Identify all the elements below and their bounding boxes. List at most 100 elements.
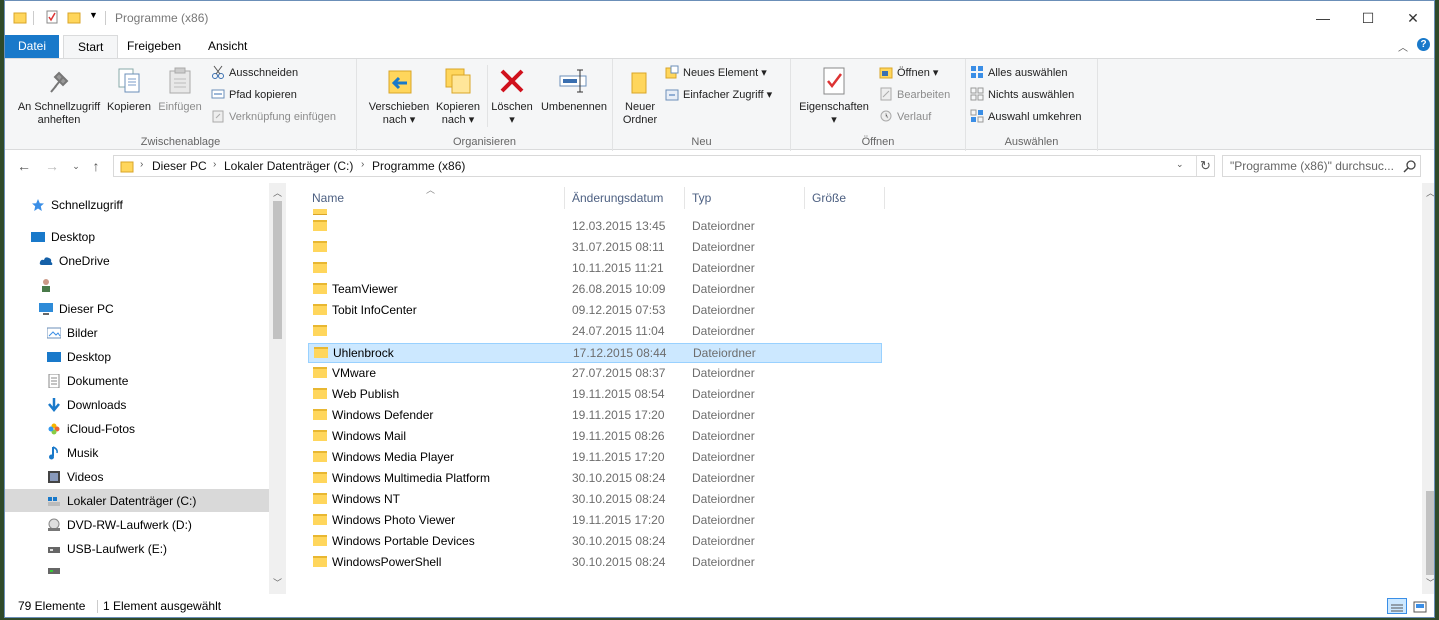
nav-item-music[interactable]: Musik <box>47 442 98 464</box>
easy-access-button[interactable]: Einfacher Zugriff ▾ <box>665 86 772 104</box>
new-folder-qat-icon[interactable] <box>67 10 81 24</box>
details-view-button[interactable] <box>1387 598 1407 614</box>
table-row[interactable]: Windows NT 30.10.2015 08:24 Dateiordner <box>308 490 882 510</box>
breadcrumb-drive-c[interactable]: Lokaler Datenträger (C:) <box>224 159 353 173</box>
large-icons-view-button[interactable] <box>1411 598 1429 614</box>
table-row[interactable]: Windows Media Player 19.11.2015 17:20 Date… <box>308 448 882 468</box>
table-row[interactable]: Windows Photo Viewer 19.11.2015 17:20 Date… <box>308 511 882 531</box>
customize-qat-icon[interactable]: ▼ <box>89 10 99 24</box>
forward-button[interactable]: → <box>43 157 61 175</box>
table-row[interactable]: Tobit InfoCenter 09.12.2015 07:53 Dateiord… <box>308 301 882 321</box>
table-row[interactable]: Windows Multimedia Platform 30.10.2015 08… <box>308 469 882 489</box>
table-row[interactable]: Web Publish 19.11.2015 08:54 Dateiordner <box>308 385 882 405</box>
nav-item-this-pc[interactable]: Dieser PC <box>39 298 114 320</box>
nav-item-downloads[interactable]: Downloads <box>47 394 126 416</box>
window-title: Programme (x86) <box>115 11 209 25</box>
tab-file[interactable]: Datei <box>5 35 59 59</box>
nav-item-desktop-2[interactable]: Desktop <box>47 346 111 368</box>
open-button[interactable]: Öffnen ▾ <box>879 64 938 82</box>
nav-item-drive-c[interactable]: Lokaler Datenträger (C:) <box>47 490 196 512</box>
file-date: 30.10.2015 08:24 <box>572 471 666 485</box>
file-date: 30.10.2015 08:24 <box>572 534 666 548</box>
properties-button[interactable]: Eigenschaften ▾ <box>795 65 873 127</box>
column-header-type[interactable]: Typ <box>692 187 711 209</box>
help-icon[interactable]: ? <box>1417 38 1430 51</box>
nav-item-videos[interactable]: Videos <box>47 466 103 488</box>
scroll-up-icon[interactable]: ︿ <box>273 186 282 199</box>
up-button[interactable]: ↑ <box>87 157 105 175</box>
move-to-button[interactable]: Verschieben nach ▾ <box>361 65 437 127</box>
table-row[interactable]: TeamViewer 26.08.2015 10:09 Dateiordner <box>308 280 882 300</box>
history-button[interactable]: Verlauf <box>879 108 931 126</box>
column-header-size[interactable]: Größe <box>812 187 846 209</box>
nav-scrollbar[interactable]: ︿ ﹀ <box>269 183 286 594</box>
table-row[interactable]: 31.07.2015 08:11 Dateiordner <box>308 238 882 258</box>
file-name: WindowsPowerShell <box>332 555 442 569</box>
scroll-down-icon[interactable]: ﹀ <box>273 576 282 589</box>
file-list-scrollbar[interactable]: ︿ ﹀ <box>1422 183 1434 594</box>
tab-view[interactable]: Ansicht <box>194 35 261 59</box>
nav-item-icloud-photos[interactable]: iCloud-Fotos <box>47 418 135 440</box>
collapse-ribbon-icon[interactable]: ︿ <box>1398 39 1408 54</box>
table-row[interactable]: Windows Defender 19.11.2015 17:20 Dateiord… <box>308 406 882 426</box>
nav-item-usb-drive[interactable]: USB-Laufwerk (E:) <box>47 538 167 560</box>
breadcrumb-this-pc[interactable]: Dieser PC <box>152 159 207 173</box>
nav-item-desktop[interactable]: Desktop <box>31 226 95 248</box>
new-folder-button[interactable]: Neuer Ordner <box>617 65 663 127</box>
breadcrumb-program-files[interactable]: Programme (x86) <box>372 159 465 173</box>
nav-item-pictures[interactable]: Bilder <box>46 322 98 344</box>
nav-item-quick-access[interactable]: Schnellzugriff <box>31 194 123 216</box>
table-row[interactable]: 10.11.2015 11:21 Dateiordner <box>308 259 882 279</box>
file-type: Dateiordner <box>692 429 755 443</box>
cut-button[interactable]: Ausschneiden <box>211 64 298 82</box>
file-date: 09.12.2015 07:53 <box>572 303 666 317</box>
nav-item-documents[interactable]: Dokumente <box>47 370 128 392</box>
table-row[interactable]: WindowsPowerShell 30.10.2015 08:24 Dateior… <box>308 553 882 573</box>
tab-start[interactable]: Start <box>63 35 119 59</box>
address-dropdown-icon[interactable]: ⌄ <box>1176 159 1184 170</box>
edit-button[interactable]: Bearbeiten <box>879 86 950 104</box>
file-name: Windows Photo Viewer <box>332 513 456 527</box>
minimize-button[interactable]: — <box>1313 9 1333 27</box>
properties-qat-icon[interactable] <box>45 10 59 24</box>
copy-button[interactable]: Kopieren <box>103 65 155 114</box>
file-name: Tobit InfoCenter <box>332 303 417 317</box>
refresh-icon[interactable]: ↻ <box>1200 158 1211 174</box>
recent-locations-chevron-icon[interactable]: ⌄ <box>67 157 85 175</box>
tab-share[interactable]: Freigeben <box>113 35 195 59</box>
select-all-button[interactable]: Alles auswählen <box>970 64 1068 82</box>
table-row[interactable]: Windows Mail 19.11.2015 08:26 Dateiordner <box>308 427 882 447</box>
column-header-date[interactable]: Änderungsdatum <box>572 187 663 209</box>
nav-item-onedrive[interactable]: OneDrive <box>39 250 110 272</box>
scroll-down-icon[interactable]: ﹀ <box>1426 576 1434 589</box>
search-input[interactable]: "Programme (x86)" durchsuc... <box>1222 155 1421 177</box>
pin-quick-access-button[interactable]: An Schnellzugriff anheften <box>9 65 109 127</box>
address-box[interactable]: › Dieser PC › Lokaler Datenträger (C:) ›… <box>113 155 1215 177</box>
nav-item-dvd-drive[interactable]: DVD-RW-Laufwerk (D:) <box>47 514 192 536</box>
paste-icon <box>164 65 196 97</box>
delete-button[interactable]: Löschen ▾ <box>489 65 535 127</box>
close-button[interactable]: ✕ <box>1403 9 1423 27</box>
paste-shortcut-button[interactable]: Verknüpfung einfügen <box>211 108 336 126</box>
file-list-scroll-thumb[interactable] <box>1426 491 1434 575</box>
table-row[interactable]: 24.07.2015 11:04 Dateiordner <box>308 322 882 342</box>
copy-to-button[interactable]: Kopieren nach ▾ <box>429 65 487 127</box>
nav-item-user[interactable] <box>39 274 59 296</box>
maximize-button[interactable]: ☐ <box>1358 9 1378 27</box>
copy-path-button[interactable]: Pfad kopieren <box>211 86 297 104</box>
paste-button[interactable]: Einfügen <box>155 65 205 114</box>
table-row[interactable]: Uhlenbrock 17.12.2015 08:44 Dateiordner <box>308 343 882 363</box>
table-row[interactable]: 12.03.2015 13:45 Dateiordner <box>308 217 882 237</box>
invert-selection-button[interactable]: Auswahl umkehren <box>970 108 1082 126</box>
nav-scroll-thumb[interactable] <box>273 201 282 339</box>
table-row[interactable]: VMware 27.07.2015 08:37 Dateiordner <box>308 364 882 384</box>
table-row[interactable]: Windows Portable Devices 30.10.2015 08:24… <box>308 532 882 552</box>
column-header-name[interactable]: Name <box>312 187 344 209</box>
new-item-button[interactable]: Neues Element ▾ <box>665 64 767 82</box>
select-none-button[interactable]: Nichts auswählen <box>970 86 1074 104</box>
selection-count: 1 Element ausgewählt <box>103 599 222 613</box>
rename-button[interactable]: Umbenennen <box>537 65 611 114</box>
back-button[interactable]: ← <box>15 157 33 175</box>
scroll-up-icon[interactable]: ︿ <box>1426 186 1434 199</box>
file-type: Dateiordner <box>692 282 755 296</box>
